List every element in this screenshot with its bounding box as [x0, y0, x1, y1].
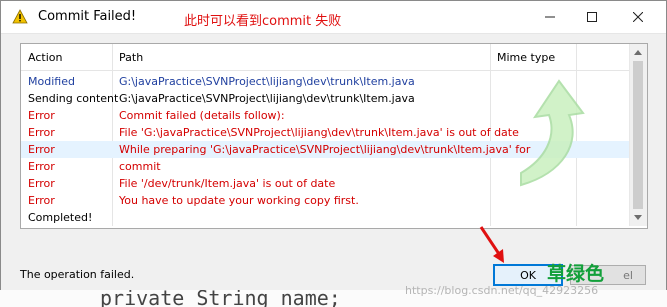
tortoisesvn-warning-icon	[12, 9, 28, 24]
annotation-color-label: 草绿色	[547, 263, 605, 285]
window-title: Commit Failed!	[38, 9, 137, 24]
status-message: The operation failed.	[20, 268, 135, 281]
row-path: G:\javaPractice\SVNProject\lijiang\dev\t…	[119, 92, 415, 105]
close-button[interactable]	[615, 1, 661, 33]
row-action: Error	[28, 160, 55, 173]
list-row[interactable]: Completed!	[21, 209, 629, 226]
ok-button-label: OK	[520, 268, 536, 282]
commit-failed-dialog: Commit Failed! 此时可以看到commit 失败 Action Pa…	[0, 0, 667, 307]
row-action: Error	[28, 126, 55, 139]
code-line: private String name;	[100, 290, 341, 307]
watermark: https://blog.csdn.net/qq_42923256	[405, 284, 599, 297]
column-header-mime-type[interactable]: Mime type	[497, 51, 555, 64]
column-header-path[interactable]: Path	[119, 51, 143, 64]
row-path: File 'G:\javaPractice\SVNProject\lijiang…	[119, 126, 519, 139]
row-path: While preparing 'G:\javaPractice\SVNProj…	[119, 143, 531, 156]
row-path: commit	[119, 160, 161, 173]
maximize-icon	[587, 12, 597, 22]
minimize-button[interactable]	[527, 1, 573, 33]
row-action: Modified	[28, 75, 75, 88]
row-action: Error	[28, 177, 55, 190]
row-action: Error	[28, 194, 55, 207]
scroll-up-icon[interactable]	[634, 50, 642, 55]
vertical-scrollbar[interactable]	[629, 44, 647, 226]
tortoisesvn-arrow-logo	[520, 79, 585, 187]
row-action: Sending content	[28, 92, 119, 105]
close-icon	[633, 12, 643, 22]
title-bar: Commit Failed! 此时可以看到commit 失败	[1, 1, 666, 34]
row-action: Completed!	[28, 211, 93, 224]
list-row[interactable]: Error You have to update your working cop…	[21, 192, 629, 209]
dialog-button-label: el	[623, 268, 633, 282]
minimize-icon	[545, 16, 555, 18]
row-path: G:\javaPractice\SVNProject\lijiang\dev\t…	[119, 75, 415, 88]
row-action: Error	[28, 143, 55, 156]
maximize-button[interactable]	[569, 1, 615, 33]
column-header-action[interactable]: Action	[28, 51, 62, 64]
scroll-thumb[interactable]	[633, 61, 643, 209]
row-path: Commit failed (details follow):	[119, 109, 285, 122]
row-action: Error	[28, 109, 55, 122]
scroll-down-icon[interactable]	[634, 215, 642, 220]
annotation-text: 此时可以看到commit 失败	[184, 14, 342, 29]
row-path: File '/dev/trunk/Item.java' is out of da…	[119, 177, 336, 190]
red-pointer-arrow-icon	[479, 226, 504, 263]
row-path: You have to update your working copy fir…	[119, 194, 359, 207]
